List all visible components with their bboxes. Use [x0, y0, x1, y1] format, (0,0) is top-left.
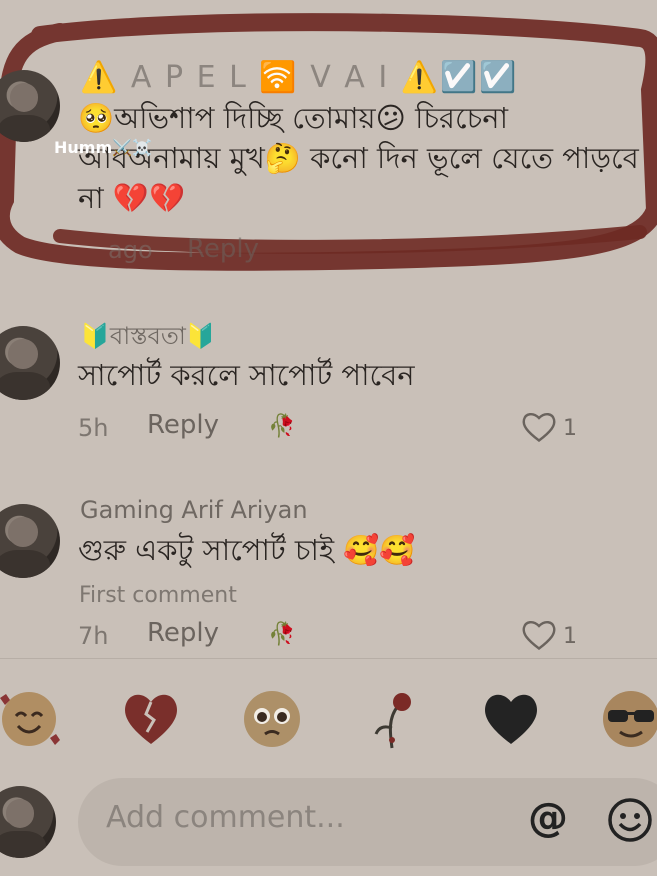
- like-count: 1: [563, 624, 577, 649]
- watermark-text: Humm⚔️☠️: [54, 138, 152, 157]
- comment-username[interactable]: ⚠️ A P E L 🛜 V A I ⚠️☑️☑️: [80, 60, 519, 95]
- comment-username[interactable]: Gaming Arif Ariyan: [80, 496, 308, 524]
- avatar[interactable]: [0, 70, 60, 142]
- comment-time: 5h: [78, 414, 109, 442]
- current-user-avatar: [0, 786, 56, 858]
- comment-text: না 💔💔: [78, 181, 186, 215]
- emoji-hearts-icon[interactable]: [0, 688, 60, 750]
- reply-button[interactable]: Reply: [147, 410, 219, 440]
- emoji-quick-bar: [0, 688, 657, 750]
- comment-text: গুরু একটু সাপোর্ট চাই 🥰🥰: [78, 533, 416, 567]
- avatar[interactable]: [0, 504, 60, 578]
- wilted-rose-icon[interactable]: [362, 688, 424, 750]
- reply-button[interactable]: Reply: [147, 618, 219, 648]
- comment-text: সাপোর্ট করলে সাপোর্ট পাবেন: [78, 358, 415, 392]
- comment-text: আবঅনামায় মুখ🤔 কনো দিন ভূলে যেতে পাড়বে: [78, 141, 639, 175]
- divider: [0, 658, 657, 659]
- comment-time: 7h: [78, 622, 109, 650]
- avatar[interactable]: [0, 326, 60, 400]
- like-heart-icon[interactable]: [521, 618, 557, 652]
- comment-input[interactable]: Add comment...: [106, 800, 345, 835]
- creator-liked-icon: 🥀: [268, 622, 296, 647]
- pleading-face-icon[interactable]: [241, 688, 303, 750]
- sunglasses-face-icon[interactable]: [600, 688, 657, 750]
- first-comment-label: First comment: [79, 583, 237, 608]
- creator-liked-icon: 🥀: [268, 414, 296, 439]
- comment-text: 🥺অভিশাপ দিচ্ছি তোমায়😕 চিরচেনা: [78, 101, 509, 135]
- comment-username[interactable]: 🔰বাস্তবতা🔰: [80, 318, 216, 358]
- comment-time: ago: [108, 236, 153, 264]
- black-heart-icon[interactable]: [480, 688, 542, 750]
- reply-button[interactable]: Reply: [187, 234, 259, 264]
- mention-icon[interactable]: @: [528, 795, 568, 841]
- like-heart-icon[interactable]: [521, 410, 557, 444]
- broken-heart-icon[interactable]: [120, 688, 182, 750]
- smile-icon[interactable]: [607, 797, 653, 843]
- like-count: 1: [563, 416, 577, 441]
